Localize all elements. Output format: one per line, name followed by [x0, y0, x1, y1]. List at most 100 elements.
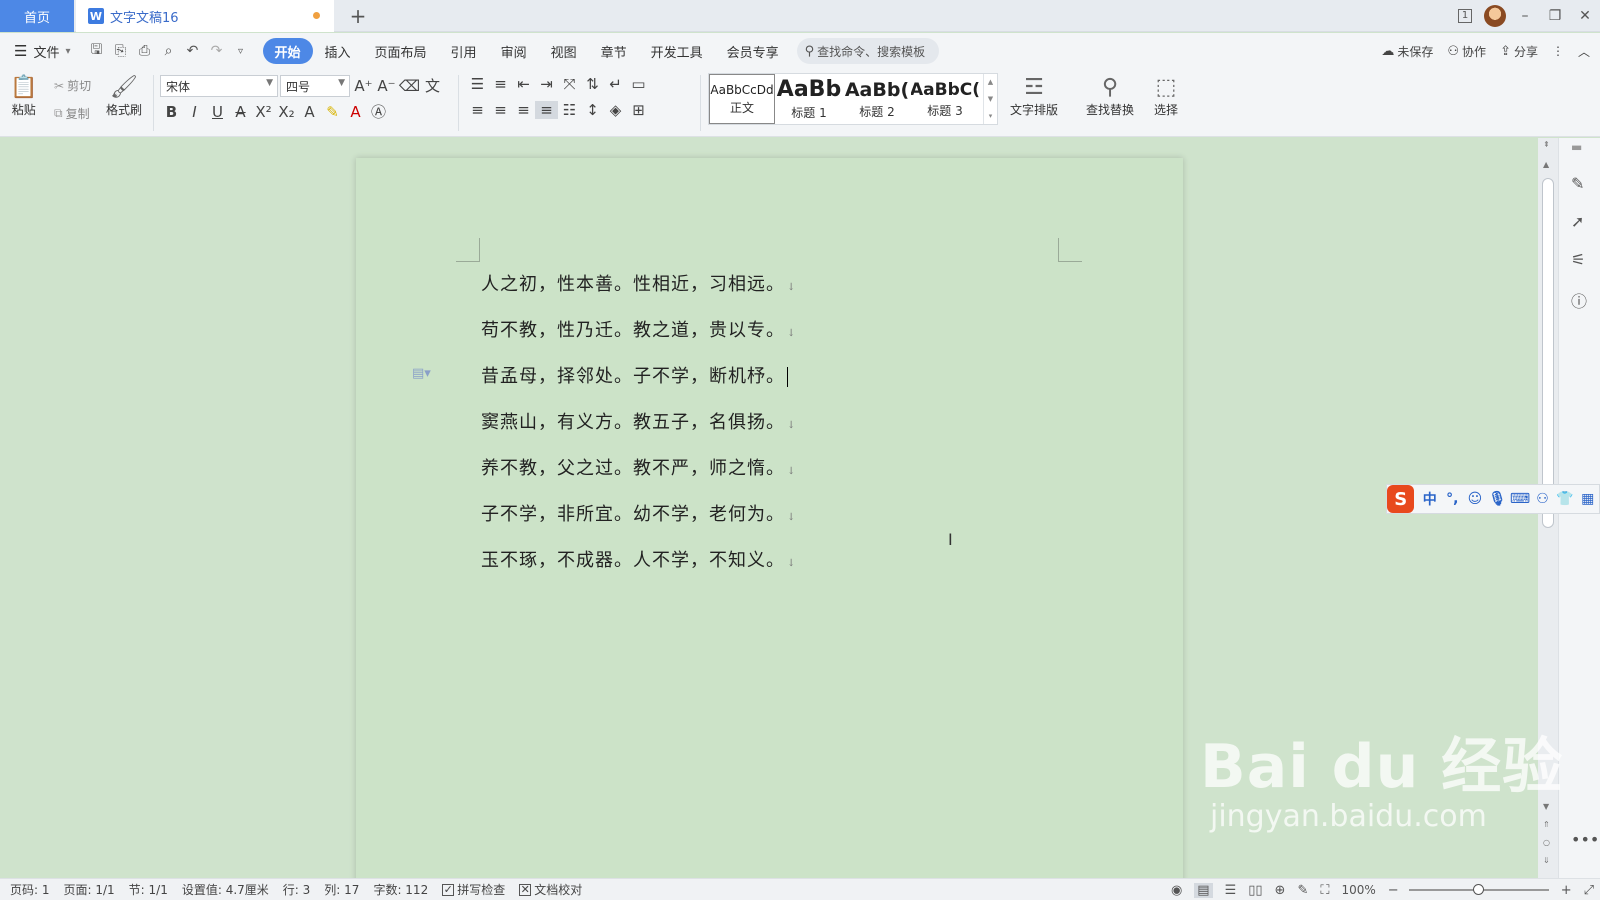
status-word-count[interactable]: 字数: 112 — [373, 881, 428, 898]
paragraph[interactable]: 养不教，父之过。教不严，师之惰。 ↓ — [481, 454, 796, 480]
clear-format-icon[interactable]: ⌫ — [398, 77, 421, 95]
paragraph[interactable]: 苟不教，性乃迁。教之道，贵以专。 ↓ — [481, 316, 796, 342]
avatar[interactable] — [1480, 0, 1510, 32]
keyboard-icon[interactable]: ⌨ — [1509, 491, 1532, 507]
text-effect-icon[interactable]: A — [298, 103, 321, 121]
highlight-icon[interactable]: ✎ — [321, 103, 344, 121]
status-row[interactable]: 行: 3 — [283, 881, 311, 898]
menu-review[interactable]: 审阅 — [489, 38, 539, 64]
scroll-up-icon[interactable]: ▲ — [1543, 160, 1549, 169]
eye-protection-icon[interactable]: ◉ — [1171, 883, 1182, 898]
shrink-font-icon[interactable]: A⁻ — [375, 77, 398, 95]
menu-member[interactable]: 会员专享 — [715, 38, 791, 64]
justify-icon[interactable]: ≡ — [535, 101, 558, 119]
user-tools-icon[interactable]: ⚇ — [1531, 491, 1554, 507]
skin-icon[interactable]: 👕 — [1554, 491, 1577, 507]
shading-icon[interactable]: ◈ — [604, 101, 627, 119]
help-icon[interactable]: ⓘ — [1571, 288, 1587, 312]
ime-language-toggle[interactable]: 中 — [1418, 489, 1441, 509]
sort-icon[interactable]: ⇅ — [581, 75, 604, 93]
align-center-icon[interactable]: ≡ — [489, 101, 512, 119]
menu-view[interactable]: 视图 — [539, 38, 589, 64]
chevron-down-icon[interactable]: ▼ — [988, 95, 993, 103]
customize-icon[interactable]: ▿ — [229, 46, 253, 57]
zoom-level[interactable]: 100% — [1341, 883, 1375, 897]
borders-icon[interactable]: ⊞ — [627, 101, 650, 119]
document-page[interactable]: ▤▾ 人之初，性本善。性相近，习相远。 ↓ 苟不教，性乃迁。教之道，贵以专。 ↓ 昔… — [356, 158, 1183, 888]
settings-sliders-icon[interactable]: ⚟ — [1571, 250, 1585, 269]
sogou-logo-icon[interactable]: S — [1387, 485, 1415, 513]
paragraph[interactable]: 玉不琢，不成器。人不学，不知义。 ↓ — [481, 546, 796, 572]
paragraph[interactable]: 昔孟母，择邻处。子不学，断机杼。 — [481, 362, 788, 388]
undo-icon[interactable]: ↶ — [181, 43, 205, 59]
align-left-icon[interactable]: ≡ — [466, 101, 489, 119]
menu-insert[interactable]: 插入 — [313, 38, 363, 64]
reading-view-icon[interactable]: ▯▯ — [1248, 883, 1262, 898]
increase-indent-icon[interactable]: ⇥ — [535, 75, 558, 93]
grid-menu-icon[interactable]: ▦ — [1576, 491, 1599, 507]
format-painter-button[interactable]: 🖌 格式刷 — [106, 75, 142, 118]
zoom-slider-knob[interactable] — [1472, 884, 1484, 895]
style-gallery-scroll[interactable]: ▲ ▼ ▾ — [983, 74, 997, 124]
browse-object-icon[interactable]: ○ — [1543, 838, 1550, 847]
save-icon[interactable]: 🖫 — [85, 39, 109, 63]
superscript-icon[interactable]: X² — [252, 103, 275, 121]
bold-icon[interactable]: B — [160, 103, 183, 121]
menu-references[interactable]: 引用 — [439, 38, 489, 64]
show-marks-icon[interactable]: ↵ — [604, 75, 627, 93]
chinese-layout-icon[interactable]: ⤧ — [558, 75, 581, 93]
menu-chapter[interactable]: 章节 — [589, 38, 639, 64]
more-options-icon[interactable]: ••• — [1571, 830, 1599, 849]
font-size-select[interactable]: 四号 ▼ — [280, 75, 350, 97]
grow-font-icon[interactable]: A⁺ — [352, 77, 375, 95]
next-page-icon[interactable]: ⇓ — [1543, 856, 1550, 865]
status-section[interactable]: 节: 1/1 — [129, 881, 168, 898]
print-icon[interactable]: ⎙ — [133, 43, 157, 59]
fullscreen-icon[interactable]: ⤢ — [1584, 883, 1594, 898]
command-search[interactable]: ⚲ 查找命令、搜索模板 — [796, 38, 939, 64]
minimize-button[interactable]: – — [1510, 0, 1540, 32]
underline-icon[interactable]: U — [206, 103, 229, 121]
menu-page-layout[interactable]: 页面布局 — [363, 38, 439, 64]
collab-button[interactable]: ⚇ 协作 — [1447, 43, 1486, 60]
tab-document[interactable]: W 文字文稿16 — [76, 0, 334, 32]
zoom-out-icon[interactable]: − — [1388, 883, 1399, 898]
unsaved-button[interactable]: ☁ 未保存 — [1381, 43, 1433, 60]
font-name-select[interactable]: 宋体 ▼ — [160, 75, 278, 97]
paragraph[interactable]: 人之初，性本善。性相近，习相远。 ↓ — [481, 270, 796, 296]
paragraph-handle-icon[interactable]: ▤▾ — [412, 366, 431, 381]
file-menu[interactable]: ☰ 文件 ▾ — [14, 42, 71, 61]
emoji-icon[interactable]: ☺ — [1464, 491, 1487, 507]
spell-check-toggle[interactable]: ✓ 拼写检查 — [442, 881, 505, 898]
outline-view-icon[interactable]: ☰ — [1225, 883, 1237, 898]
scroll-top-icon[interactable]: ⇞ — [1543, 140, 1550, 149]
text-layout-button[interactable]: ☲ 文字排版 — [1010, 75, 1058, 118]
align-right-icon[interactable]: ≡ — [512, 101, 535, 119]
status-page[interactable]: 页面: 1/1 — [64, 881, 115, 898]
distribute-icon[interactable]: ☷ — [558, 101, 581, 119]
numbered-list-icon[interactable]: ≡ — [489, 75, 512, 93]
expand-icon[interactable]: ▾ — [989, 112, 993, 120]
zoom-slider[interactable] — [1408, 884, 1549, 895]
menu-start[interactable]: 开始 — [262, 38, 313, 64]
style-heading-3[interactable]: AaBbC( 标题 3 — [911, 74, 979, 124]
select-button[interactable]: ⬚ 选择 — [1154, 75, 1178, 118]
strikethrough-icon[interactable]: A — [229, 103, 252, 121]
more-icon[interactable]: ⋮ — [1552, 44, 1564, 58]
doc-proof-toggle[interactable]: ✕ 文档校对 — [519, 881, 582, 898]
collapse-ribbon-icon[interactable]: ︿ — [1578, 43, 1590, 60]
line-spacing-icon[interactable]: ↕ — [581, 101, 604, 119]
edit-pen-icon[interactable]: ✎ — [1571, 174, 1584, 193]
bullet-list-icon[interactable]: ☰ — [466, 75, 489, 93]
status-page-code[interactable]: 页码: 1 — [10, 881, 50, 898]
zoom-in-icon[interactable]: + — [1561, 883, 1572, 898]
tab-home[interactable]: 首页 — [0, 0, 74, 32]
status-setting[interactable]: 设置值: 4.7厘米 — [182, 881, 269, 898]
style-normal[interactable]: AaBbCcDd 正文 — [709, 74, 775, 124]
write-mode-icon[interactable]: ✎ — [1297, 883, 1308, 898]
font-color-icon[interactable]: A — [344, 103, 367, 121]
copy-button[interactable]: ⧉ 复制 — [54, 105, 90, 122]
table-tools-icon[interactable]: ▭ — [627, 75, 650, 93]
web-view-icon[interactable]: ⊕ — [1275, 883, 1286, 898]
paragraph[interactable]: 子不学，非所宜。幼不学，老何为。 ↓ — [481, 500, 796, 526]
